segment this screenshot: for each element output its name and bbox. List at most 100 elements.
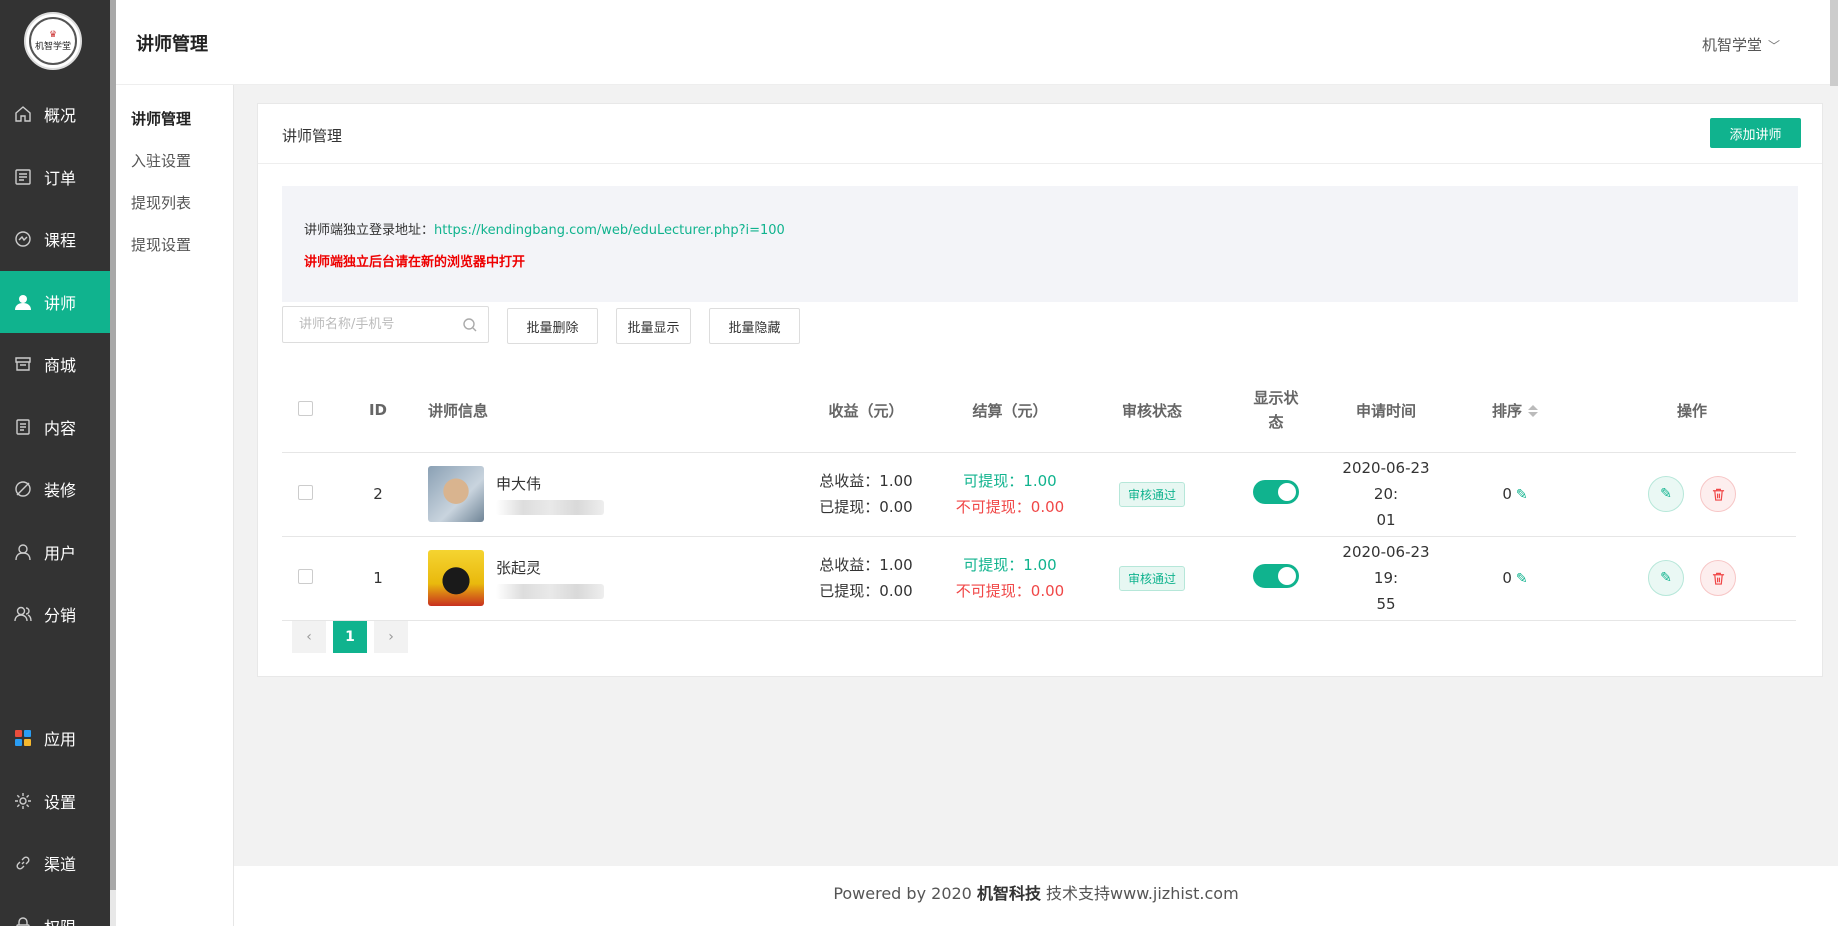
crown-icon: ♛ — [48, 30, 58, 40]
user-icon — [14, 543, 32, 561]
card-header: 讲师管理 添加讲师 — [258, 104, 1822, 164]
footer-brand: 机智科技 — [976, 884, 1041, 903]
gear-icon — [14, 792, 32, 810]
sidebar-item-label: 订单 — [44, 168, 77, 188]
edit-button[interactable]: ✎ — [1648, 560, 1684, 596]
row-ops: ✎ — [1588, 452, 1796, 537]
footer-suffix: 技术支持www.jizhist.com — [1040, 884, 1239, 903]
page-title: 讲师管理 — [136, 34, 208, 55]
delete-button[interactable] — [1700, 476, 1736, 512]
row-display — [1222, 452, 1330, 537]
sort-icon[interactable] — [1528, 405, 1538, 418]
row-select-cell — [282, 452, 328, 537]
row-select-cell — [282, 536, 328, 621]
edit-button[interactable]: ✎ — [1648, 476, 1684, 512]
sidebar-item-orders[interactable]: 订单 — [0, 146, 110, 209]
select-all-cell — [282, 369, 328, 453]
col-audit: 审核状态 — [1082, 369, 1222, 453]
withdrawn-amount: 已提现：0.00 — [819, 498, 913, 516]
search-input[interactable] — [283, 307, 453, 342]
sidebar-item-settings[interactable]: 设置 — [0, 770, 110, 833]
col-sort[interactable]: 排序 — [1442, 369, 1588, 453]
brand-logo[interactable]: ♛ 机智学堂 — [24, 12, 82, 70]
sidebar-item-label: 讲师 — [44, 293, 77, 313]
row-audit: 审核通过 — [1082, 536, 1222, 621]
row-income: 总收益：1.00 已提现：0.00 — [794, 536, 938, 621]
login-notice: 讲师端独立登录地址：https://kendingbang.com/web/ed… — [282, 186, 1798, 302]
login-url-link[interactable]: https://kendingbang.com/web/eduLecturer.… — [434, 223, 785, 238]
row-sort: 0 ✎ — [1442, 536, 1588, 621]
sidebar-item-distribution[interactable]: 分销 — [0, 583, 110, 646]
sidebar-item-label: 商城 — [44, 356, 77, 376]
sidebar-item-lecturers[interactable]: 讲师 — [0, 270, 110, 333]
sidebar-item-courses[interactable]: 课程 — [0, 208, 110, 271]
sidebar-item-shop[interactable]: 商城 — [0, 333, 110, 396]
page-scrollbar[interactable] — [1830, 0, 1838, 86]
sidebar-item-label: 用户 — [44, 543, 77, 563]
prev-page-button[interactable]: ‹ — [292, 621, 326, 653]
table-row: 2 申大伟 总收益：1.00 已提现：0.00 可提现：1.00 不可提现：0.… — [282, 452, 1796, 537]
sidebar-item-label: 概况 — [44, 106, 77, 126]
row-apply-time: 2020-06-23 20: 01 — [1330, 452, 1442, 537]
col-display-label: 显示状 态 — [1253, 389, 1299, 432]
cannot-withdraw: 不可提现：0.00 — [955, 582, 1065, 600]
page-number-current[interactable]: 1 — [333, 621, 367, 653]
row-checkbox[interactable] — [297, 568, 313, 584]
sidebar-item-label: 课程 — [44, 231, 77, 251]
sidebar-item-channels[interactable]: 渠道 — [0, 832, 110, 895]
sidebar-item-overview[interactable]: 概况 — [0, 83, 110, 146]
subnav-item-withdraw-settings[interactable]: 提现设置 — [116, 224, 233, 266]
col-lecturer-info: 讲师信息 — [428, 369, 794, 453]
row-ops: ✎ — [1588, 536, 1796, 621]
batch-show-button[interactable]: 批量显示 — [616, 308, 691, 344]
lecturer-name: 申大伟 — [496, 475, 542, 493]
pencil-icon[interactable]: ✎ — [1516, 571, 1528, 587]
sidebar-item-label: 设置 — [44, 792, 77, 812]
user-name: 机智学堂 — [1701, 36, 1762, 54]
next-page-button[interactable]: › — [374, 621, 408, 653]
subnav-item-withdraw-list[interactable]: 提现列表 — [116, 182, 233, 224]
avatar — [428, 550, 484, 606]
sidebar-item-decor[interactable]: 装修 — [0, 458, 110, 521]
select-all-checkbox[interactable] — [297, 400, 313, 416]
display-toggle[interactable] — [1253, 480, 1299, 504]
delete-button[interactable] — [1700, 560, 1736, 596]
search-icon[interactable] — [462, 317, 478, 333]
apply-date-line1: 2020-06-23 19: — [1342, 543, 1430, 587]
pencil-icon[interactable]: ✎ — [1516, 487, 1528, 503]
total-income: 总收益：1.00 — [819, 472, 913, 490]
sidebar-item-apps[interactable]: 应用 — [0, 707, 110, 770]
apply-date-line2: 01 — [1376, 511, 1396, 529]
row-id: 1 — [328, 536, 428, 621]
batch-delete-button[interactable]: 批量删除 — [507, 308, 598, 344]
add-lecturer-button[interactable]: 添加讲师 — [1710, 118, 1801, 148]
user-menu[interactable]: 机智学堂 ﹀ — [1702, 34, 1780, 55]
lecturer-icon — [14, 293, 32, 311]
sidebar-item-label: 内容 — [44, 418, 77, 438]
sort-value: 0 — [1502, 569, 1512, 587]
course-icon — [14, 230, 32, 248]
trash-icon — [1712, 572, 1724, 585]
order-icon — [14, 168, 32, 186]
blurred-phone — [496, 584, 604, 599]
subnav-item-join-settings[interactable]: 入驻设置 — [116, 140, 233, 182]
footer-prefix: Powered by 2020 — [833, 884, 977, 903]
search-box — [282, 306, 489, 343]
col-settle: 结算（元） — [938, 369, 1082, 453]
sidebar-item-label: 应用 — [44, 730, 77, 750]
row-income: 总收益：1.00 已提现：0.00 — [794, 452, 938, 537]
login-url-label: 讲师端独立登录地址： — [304, 223, 435, 238]
display-toggle[interactable] — [1253, 564, 1299, 588]
sidebar-item-content[interactable]: 内容 — [0, 396, 110, 459]
content-icon — [14, 418, 32, 436]
blurred-phone — [496, 500, 604, 515]
sidebar-item-users[interactable]: 用户 — [0, 521, 110, 584]
batch-hide-button[interactable]: 批量隐藏 — [709, 308, 800, 344]
trash-icon — [1712, 488, 1724, 501]
sidebar-item-permissions[interactable]: 权限 — [0, 895, 110, 926]
sidebar-item-label: 渠道 — [44, 855, 77, 875]
row-checkbox[interactable] — [297, 484, 313, 500]
shop-icon — [14, 355, 32, 373]
total-income: 总收益：1.00 — [819, 556, 913, 574]
subnav-item-lecturer-manage[interactable]: 讲师管理 — [116, 98, 233, 140]
